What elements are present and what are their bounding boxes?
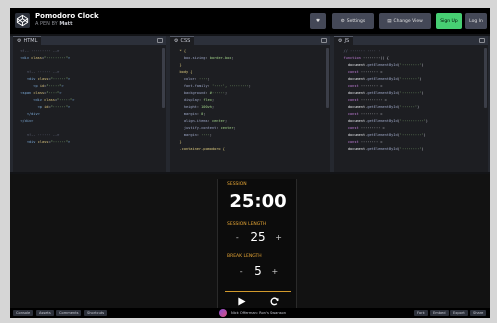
result-preview: SESSION 25:00 SESSION LENGTH - 25 + BREA… xyxy=(10,174,490,308)
html-editor-tab[interactable]: ⚙ HTML xyxy=(13,36,42,45)
pen-author[interactable]: A PEN BY Matt xyxy=(35,21,72,27)
assets-button[interactable]: Assets xyxy=(36,310,54,316)
now-playing[interactable]: Nick Offerman: Ron's Swanson xyxy=(219,309,286,317)
break-length-stepper: - 5 + xyxy=(218,264,298,278)
editor-area: ⚙ HTML <!-- ········· --> <div class="···… xyxy=(10,36,490,172)
heart-icon: ♥ xyxy=(315,18,321,24)
gear-icon[interactable]: ⚙ xyxy=(338,38,342,44)
timer-controls xyxy=(218,297,298,306)
session-length-stepper: - 25 + xyxy=(218,230,298,244)
js-editor-header xyxy=(334,36,488,45)
editor-options-icon[interactable] xyxy=(321,38,327,43)
log-in-button[interactable]: Log In xyxy=(465,13,487,29)
pomodoro-container: SESSION 25:00 SESSION LENGTH - 25 + BREA… xyxy=(217,179,297,308)
session-length-value: 25 xyxy=(250,230,266,244)
js-editor-tab[interactable]: ⚙ JS xyxy=(334,36,354,45)
js-editor-scrollbar[interactable] xyxy=(484,48,487,108)
fork-button[interactable]: Fork xyxy=(414,310,428,316)
export-button[interactable]: Export xyxy=(450,310,468,316)
css-editor-label: CSS xyxy=(180,38,191,44)
author-name[interactable]: Matt xyxy=(59,21,72,27)
css-editor-tab[interactable]: ⚙ CSS xyxy=(170,36,195,45)
js-code[interactable]: // ······· ···· · function ········() { … xyxy=(337,48,480,153)
editor-options-icon[interactable] xyxy=(479,38,485,43)
codepen-logo-icon[interactable] xyxy=(15,13,30,28)
css-editor-scrollbar[interactable] xyxy=(326,48,329,108)
embed-button[interactable]: Embed xyxy=(430,310,449,316)
share-button[interactable]: Share xyxy=(470,310,487,316)
js-editor[interactable]: ⚙ JS // ······· ···· · function ········(… xyxy=(334,36,488,172)
session-label: SESSION xyxy=(227,182,247,187)
settings-button[interactable]: ⚙ Settings xyxy=(332,13,374,29)
timer-display: 25:00 xyxy=(229,191,287,212)
change-view-label: Change View xyxy=(393,18,423,24)
css-editor[interactable]: ⚙ CSS * { box-sizing: border-box; } body … xyxy=(170,36,330,172)
css-code[interactable]: * { box-sizing: border-box; } body { col… xyxy=(173,48,322,153)
author-prefix: A PEN BY xyxy=(35,21,58,27)
html-editor-label: HTML xyxy=(23,38,38,44)
bottom-bar: Console Assets Comments Shortcuts Nick O… xyxy=(10,308,490,318)
break-length-label: BREAK LENGTH xyxy=(227,254,262,259)
codepen-window: Pomodoro Clock A PEN BY Matt ♥ ⚙ Settings… xyxy=(10,8,490,318)
now-playing-text: Nick Offerman: Ron's Swanson xyxy=(231,311,287,315)
gear-icon[interactable]: ⚙ xyxy=(174,38,178,44)
html-editor-scrollbar[interactable] xyxy=(162,48,165,108)
play-icon[interactable] xyxy=(237,297,246,306)
session-length-label: SESSION LENGTH xyxy=(227,222,267,227)
pen-title[interactable]: Pomodoro Clock xyxy=(35,12,99,20)
break-length-value: 5 xyxy=(254,264,262,278)
change-view-button[interactable]: ▤ Change View xyxy=(379,13,431,29)
break-increment-button[interactable]: + xyxy=(271,267,279,276)
js-editor-label: JS xyxy=(344,38,350,44)
controls-divider xyxy=(225,291,291,292)
session-increment-button[interactable]: + xyxy=(275,233,283,242)
like-button[interactable]: ♥ xyxy=(310,13,326,29)
settings-label: Settings xyxy=(346,18,366,24)
sign-up-button[interactable]: Sign Up xyxy=(436,13,462,29)
top-bar: Pomodoro Clock A PEN BY Matt ♥ ⚙ Settings… xyxy=(10,8,490,34)
gear-icon[interactable]: ⚙ xyxy=(17,38,21,44)
layout-icon: ▤ xyxy=(387,18,392,24)
shortcuts-button[interactable]: Shortcuts xyxy=(84,310,108,316)
session-decrement-button[interactable]: - xyxy=(233,233,241,242)
refresh-icon[interactable] xyxy=(270,297,279,306)
break-decrement-button[interactable]: - xyxy=(237,267,245,276)
editor-options-icon[interactable] xyxy=(157,38,163,43)
html-code[interactable]: <!-- ········· --> <div class="·········… xyxy=(16,48,158,146)
gear-icon: ⚙ xyxy=(340,18,345,24)
comments-button[interactable]: Comments xyxy=(56,310,82,316)
console-button[interactable]: Console xyxy=(13,310,34,316)
html-editor[interactable]: ⚙ HTML <!-- ········· --> <div class="···… xyxy=(13,36,166,172)
album-art-icon xyxy=(219,309,227,317)
